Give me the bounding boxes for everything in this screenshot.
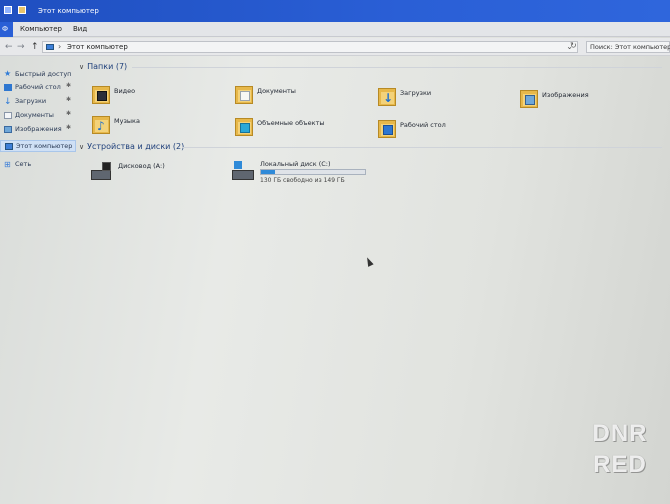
- folder-pictures[interactable]: Изображения: [520, 86, 660, 112]
- video-folder-icon: [92, 82, 110, 104]
- folders-group-title: Папки (7): [87, 62, 128, 71]
- sidebar-item-pictures[interactable]: Изображения ✱: [0, 123, 78, 135]
- group-divider: [182, 147, 662, 148]
- folder-videos[interactable]: Видео: [92, 82, 232, 108]
- star-icon: ★: [4, 69, 12, 78]
- chevron-down-icon[interactable]: ∨: [79, 143, 84, 151]
- explorer-icon: [4, 6, 12, 14]
- folder-downloads[interactable]: ↓ Загрузки: [378, 84, 518, 110]
- pin-icon[interactable]: ✱: [66, 96, 71, 103]
- chevron-down-icon[interactable]: ∨: [79, 63, 84, 71]
- folder-label: Видео: [114, 87, 136, 95]
- document-icon: [4, 111, 12, 119]
- folder-documents[interactable]: Документы: [235, 82, 375, 108]
- watermark-line: DNR: [592, 420, 648, 447]
- network-icon: ⊞: [4, 159, 11, 169]
- watermark: DNR RED: [580, 418, 660, 484]
- window-title: Этот компьютер: [38, 7, 99, 15]
- search-placeholder: Поиск: Этот компьютер: [590, 43, 670, 51]
- mouse-cursor-icon: [364, 256, 374, 267]
- path-box[interactable]: › Этот компьютер ⌄: [42, 41, 578, 53]
- drive-label: Дисковод (A:): [118, 162, 165, 170]
- pin-icon[interactable]: ✱: [66, 82, 71, 89]
- sidebar-item-label: Изображения: [15, 125, 62, 133]
- folder-3d-objects[interactable]: Объемные объекты: [235, 114, 375, 140]
- address-bar: ← → ↑ › Этот компьютер ⌄ ↻ Поиск: Этот к…: [0, 38, 670, 56]
- sidebar-item-label: Сеть: [15, 160, 32, 168]
- folder-label: Изображения: [542, 91, 589, 99]
- sidebar-item-label: Рабочий стол: [15, 83, 61, 91]
- floppy-drive-icon: [90, 160, 112, 182]
- sidebar-item-label: Документы: [15, 111, 54, 119]
- sidebar-item-label: Загрузки: [15, 97, 47, 105]
- folder-label: Объемные объекты: [257, 119, 325, 127]
- image-icon: [4, 125, 12, 133]
- refresh-button[interactable]: ↻: [570, 41, 577, 50]
- sidebar-item-network[interactable]: ⊞ Сеть: [0, 158, 78, 170]
- navigation-pane: ★ Быстрый доступ Рабочий стол ✱ ↓ Загруз…: [0, 60, 78, 504]
- title-bar[interactable]: Этот компьютер: [0, 0, 670, 22]
- title-bar-icons: [4, 6, 26, 14]
- back-button[interactable]: ←: [5, 42, 13, 52]
- watermark-line: RED: [593, 451, 647, 478]
- folder-label: Документы: [257, 87, 296, 95]
- sidebar-item-documents[interactable]: Документы ✱: [0, 109, 78, 121]
- disk-usage-bar: [260, 169, 366, 175]
- devices-group-header[interactable]: ∨ Устройства и диски (2): [79, 142, 184, 151]
- pictures-folder-icon: [520, 86, 538, 108]
- 3d-objects-folder-icon: [235, 114, 253, 136]
- documents-folder-icon: [235, 82, 253, 104]
- drive-free-space: 130 ГБ свободно из 149 ГБ: [260, 177, 345, 184]
- sidebar-item-label: Этот компьютер: [16, 142, 73, 150]
- folder-label: Музыка: [114, 117, 140, 125]
- drive-label: Локальный диск (C:): [260, 160, 331, 168]
- pin-icon[interactable]: ✱: [66, 110, 71, 117]
- pin-icon[interactable]: ✱: [66, 124, 71, 131]
- music-folder-icon: ♪: [92, 112, 110, 134]
- sidebar-item-quick-access[interactable]: ★ Быстрый доступ: [0, 68, 78, 80]
- sidebar-item-label: Быстрый доступ: [15, 70, 72, 78]
- folder-label: Рабочий стол: [400, 121, 446, 129]
- tab-file[interactable]: Ф: [0, 22, 13, 37]
- tab-computer[interactable]: Компьютер: [20, 25, 62, 33]
- desktop-folder-icon: [378, 116, 396, 138]
- downloads-folder-icon: ↓: [378, 84, 396, 106]
- computer-icon: [5, 142, 13, 150]
- download-icon: ↓: [4, 96, 12, 107]
- sidebar-item-this-pc[interactable]: Этот компьютер: [0, 140, 76, 152]
- desktop-icon: [4, 83, 12, 91]
- drive-floppy[interactable]: Дисковод (A:): [90, 160, 210, 188]
- folder-label: Загрузки: [400, 89, 432, 97]
- drive-local-disk[interactable]: Локальный диск (C:) 130 ГБ свободно из 1…: [232, 158, 382, 186]
- quick-access-toolbar-icon[interactable]: [18, 6, 26, 14]
- sidebar-item-downloads[interactable]: ↓ Загрузки ✱: [0, 95, 78, 107]
- group-divider: [132, 67, 662, 68]
- devices-group-title: Устройства и диски (2): [87, 142, 185, 151]
- disk-usage-fill: [261, 170, 275, 174]
- local-disk-icon: [232, 158, 254, 180]
- ribbon: Ф Компьютер Вид: [0, 22, 670, 37]
- path-separator[interactable]: ›: [58, 42, 61, 51]
- sidebar-item-desktop[interactable]: Рабочий стол ✱: [0, 81, 78, 93]
- up-button[interactable]: ↑: [31, 42, 39, 52]
- folder-music[interactable]: ♪ Музыка: [92, 112, 232, 138]
- folder-desktop[interactable]: Рабочий стол: [378, 116, 518, 142]
- tab-view[interactable]: Вид: [73, 25, 87, 33]
- path-text[interactable]: Этот компьютер: [67, 43, 128, 51]
- folders-group-header[interactable]: ∨ Папки (7): [79, 62, 127, 71]
- computer-icon: [46, 44, 54, 50]
- search-input[interactable]: Поиск: Этот компьютер: [586, 41, 670, 53]
- forward-button[interactable]: →: [17, 42, 25, 52]
